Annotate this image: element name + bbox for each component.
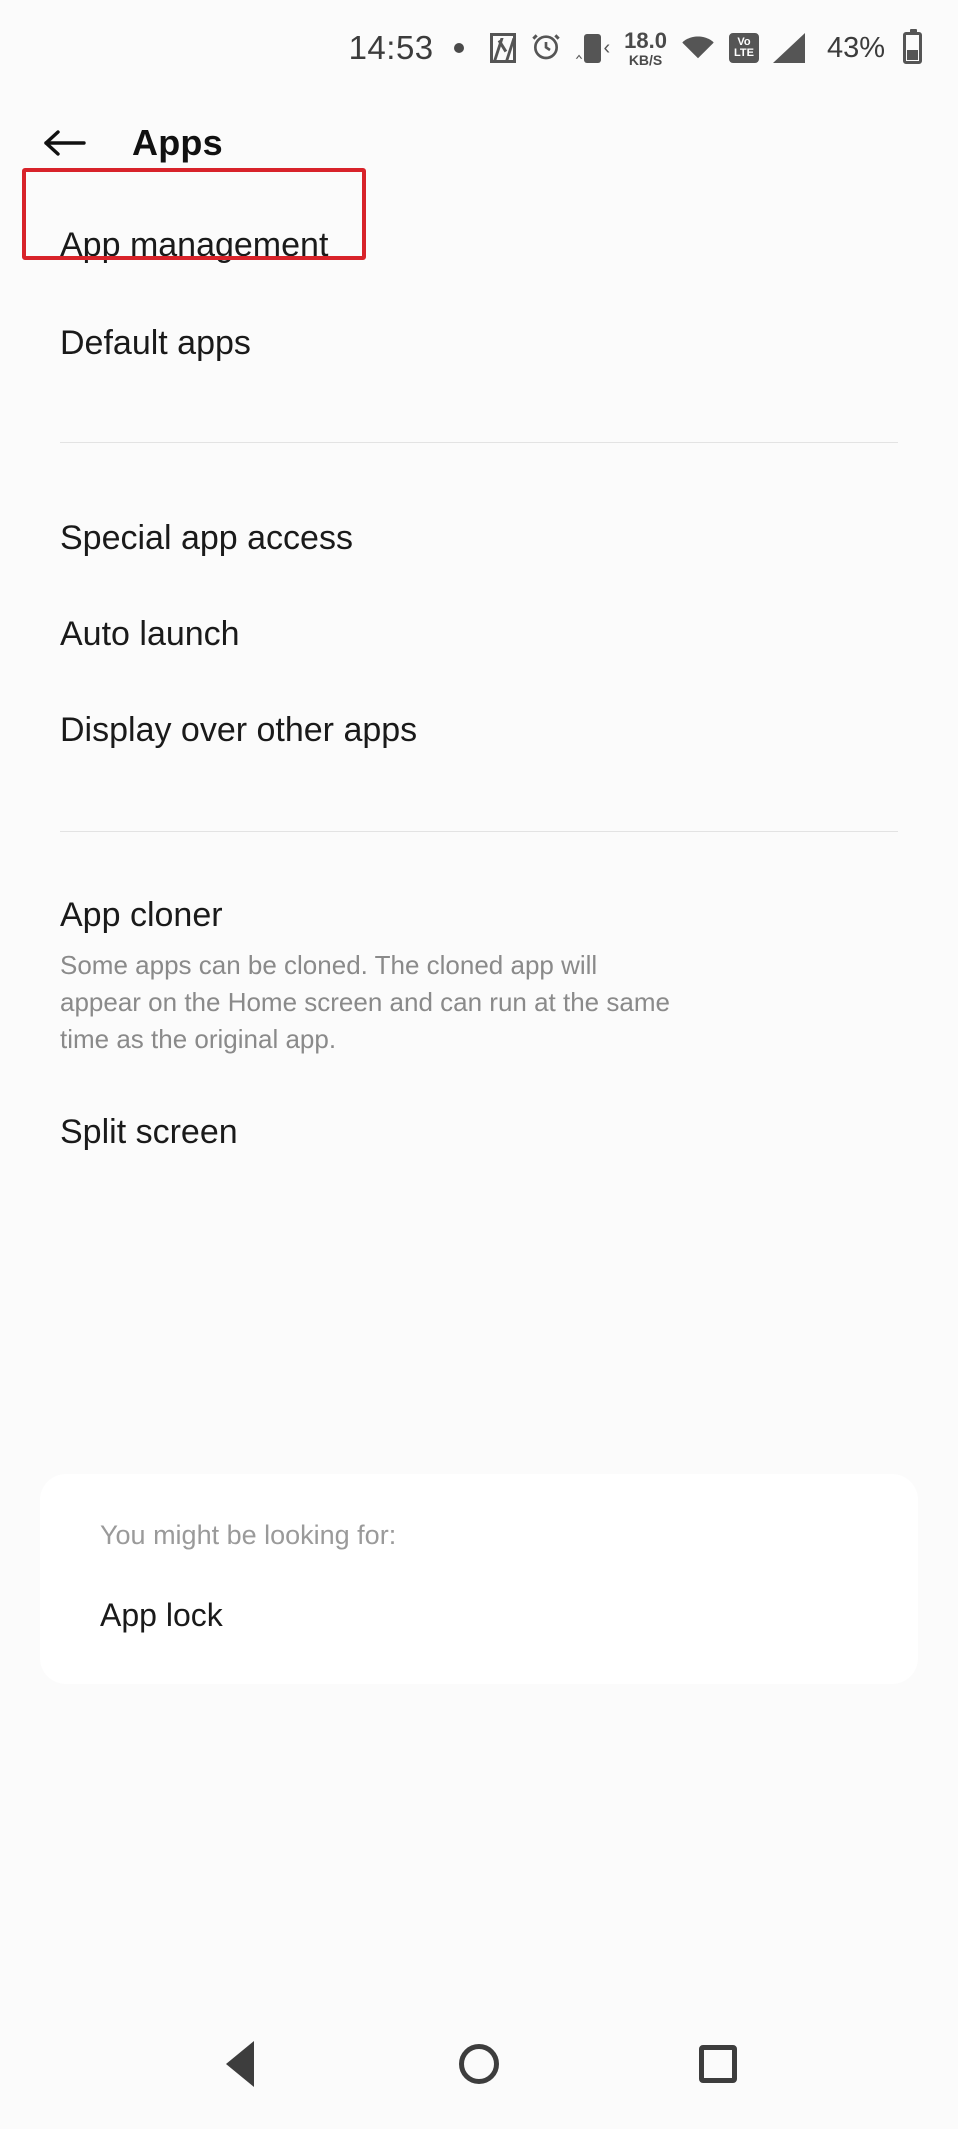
alarm-icon [530,30,562,67]
nav-home-icon [459,2044,499,2084]
battery-icon [903,32,922,64]
list-item-label: Special app access [60,519,898,558]
list-item-display-over-other-apps[interactable]: Display over other apps [0,683,958,779]
spacer [0,779,958,831]
status-dot-icon [454,43,464,53]
nfc-icon [490,33,516,63]
nav-back-button[interactable] [205,2029,275,2099]
nav-back-icon [226,2041,254,2087]
list-item-app-management[interactable]: App management [0,196,958,296]
list-item-auto-launch[interactable]: Auto launch [0,587,958,683]
vibrate-icon: ‸ ‹ [576,34,610,63]
list-item-label: Default apps [60,324,898,363]
battery-percent: 43% [827,32,885,65]
nav-recents-button[interactable] [683,2029,753,2099]
suggestion-card: You might be looking for: App lock [40,1474,918,1684]
app-bar: Apps [0,104,958,182]
volte-icon: Vo LTE [729,33,759,63]
network-speed: 18.0 KB/S [624,30,667,67]
suggestion-card-label: You might be looking for: [100,1520,918,1551]
page-title: Apps [132,122,223,164]
list-item-app-cloner[interactable]: App cloner Some apps can be cloned. The … [0,882,958,1078]
list-item-default-apps[interactable]: Default apps [0,296,958,392]
suggestion-item-app-lock[interactable]: App lock [100,1597,918,1634]
list-item-label: Auto launch [60,615,898,654]
spacer [0,832,958,882]
nav-recents-icon [699,2045,737,2083]
status-bar: 14:53 ‸ ‹ 18.0 KB/S [0,0,958,96]
phone-screen: 14:53 ‸ ‹ 18.0 KB/S [0,0,958,2129]
list-item-label: Display over other apps [60,711,898,750]
network-speed-value: 18.0 [624,30,667,52]
navigation-bar [0,1999,958,2129]
list-item-label: App cloner [60,896,898,935]
list-item-label: App management [60,226,898,265]
status-time: 14:53 [349,29,434,67]
back-arrow-icon[interactable] [42,124,86,162]
list-item-description: Some apps can be cloned. The cloned app … [60,947,670,1058]
settings-list: App management Default apps Special app … [0,196,958,1188]
signal-icon [773,33,805,63]
spacer [0,443,958,491]
list-item-special-app-access[interactable]: Special app access [0,491,958,587]
list-item-label: Split screen [60,1113,898,1152]
nav-home-button[interactable] [444,2029,514,2099]
network-speed-unit: KB/S [629,53,662,67]
volte-bottom-label: LTE [734,48,754,59]
wifi-icon [681,31,715,66]
spacer [0,392,958,442]
list-item-split-screen[interactable]: Split screen [0,1078,958,1188]
